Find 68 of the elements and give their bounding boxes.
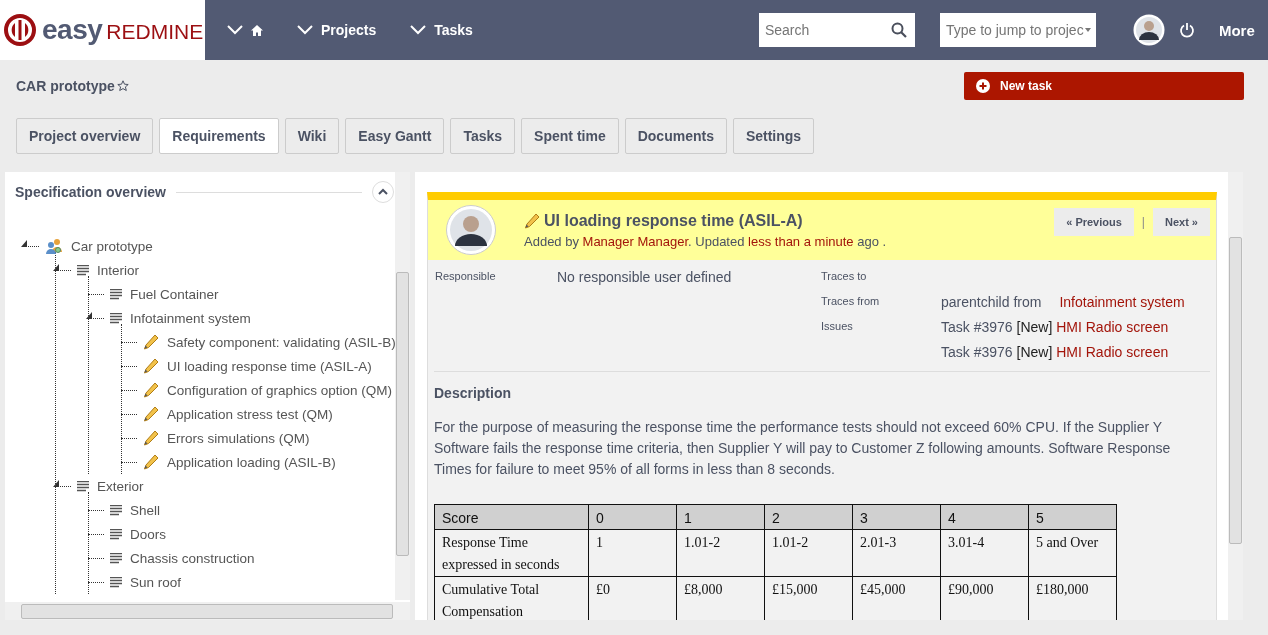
tree-item[interactable]: Errors simulations (QM) [165,430,310,446]
table-header-cell: 4 [940,504,1029,530]
table-cell: 1 [588,529,677,577]
tab[interactable]: Settings [732,118,815,154]
tab[interactable]: Requirements [159,118,279,154]
tree-item[interactable]: Chassis construction [128,550,255,566]
table-header-cell: 0 [588,504,677,530]
tab[interactable]: Spent time [521,118,619,154]
tree-item[interactable]: Exterior [95,478,144,494]
table-header-cell: 3 [852,504,941,530]
panel-title: Specification overview [15,184,166,200]
tree-item[interactable]: Car prototype [69,238,153,254]
tab[interactable]: Tasks [450,118,516,154]
field-value: No responsible user defined [557,269,732,287]
tree-item[interactable]: UI loading response time (ASIL-A) [165,358,372,374]
tab[interactable]: Wiki [284,118,340,154]
tree-item[interactable]: Sun roof [128,574,182,590]
issue-link[interactable]: HMI Radio screen [1056,319,1169,335]
tree-item[interactable]: Doors [128,526,166,542]
table-cell: 3.01-4 [940,529,1029,577]
tree-item[interactable]: Configuration of graphics option (QM) [165,382,393,398]
table-header-cell: 1 [676,504,765,530]
more-menu[interactable]: More [1218,21,1255,39]
table-cell: Cumulative Total Compensation [434,576,589,620]
table-cell: 1.01-2 [676,529,765,577]
tree-item[interactable]: Application stress test (QM) [165,406,333,422]
section-heading: Description [434,385,512,401]
tree-item[interactable]: Application loading (ASIL-B) [165,454,336,470]
logo-text: REDMINE [106,20,204,44]
issue-text: Task #3976 [New] HMI Radio screen [941,319,1169,337]
tree-item[interactable]: Shell [128,502,161,518]
tree-item[interactable]: Interior [95,262,140,278]
issue-link[interactable]: HMI Radio screen [1056,344,1169,360]
tab[interactable]: Easy Gantt [345,118,445,154]
author-link[interactable]: Manager Manager [582,233,689,249]
table-header-cell: 2 [764,504,853,530]
table-header-cell: Score [434,504,589,530]
tab[interactable]: Documents [624,118,727,154]
new-task-button[interactable]: New task [964,72,1244,100]
requirement-title: UI loading response time (ASIL-A) [544,211,803,230]
project-title: CAR prototype [16,78,115,94]
field-label: Traces to [820,270,868,284]
field-label: Responsible [434,270,497,284]
table-header-cell: 5 [1028,504,1117,530]
tree-item[interactable]: Infotainment system [128,310,251,326]
nav-menu[interactable]: Projects [297,22,377,38]
issue-text: Task #3976 [New] HMI Radio screen [941,344,1169,362]
project-jump-field[interactable]: Type to jump to projec [939,13,1096,47]
tab[interactable]: Project overview [16,118,154,154]
separator-text: | [1141,215,1145,229]
field-label: Issues [820,320,854,334]
field-value: parentchild from [941,294,1042,310]
table-cell: Response Time expressed in seconds [434,529,589,577]
next-button[interactable]: Next » [1152,208,1210,236]
tree-item[interactable]: Fuel Container [128,286,219,302]
description-text: For the purpose of measuring the response time the performance tests should not exceed 60% CPU. If the Supplier Y Software fails the response time criteria, then Supplier Y will pay to Customer Z following amounts. Software Response Times for failure to meet 95% of all forms in less than 8 seconds. [434,418,1172,479]
trace-link[interactable]: Infotainment system [1059,294,1185,310]
added-by-text: Added by Manager Manager. Updated less than a minute ago . [524,233,888,249]
nav-menu[interactable]: Tasks [410,22,473,38]
table-cell: 2.01-3 [852,529,941,577]
previous-button[interactable]: « Previous [1054,208,1134,236]
search-field[interactable]: Search [758,13,915,47]
time-link[interactable]: less than a minute [748,233,854,249]
tree-item[interactable]: Safety component: validating (ASIL-B) [165,334,396,350]
table-cell: 1.01-2 [764,529,853,577]
logo-text: easy [42,14,103,46]
table-cell: 5 and Over [1028,529,1117,577]
field-label: Traces from [820,295,881,309]
